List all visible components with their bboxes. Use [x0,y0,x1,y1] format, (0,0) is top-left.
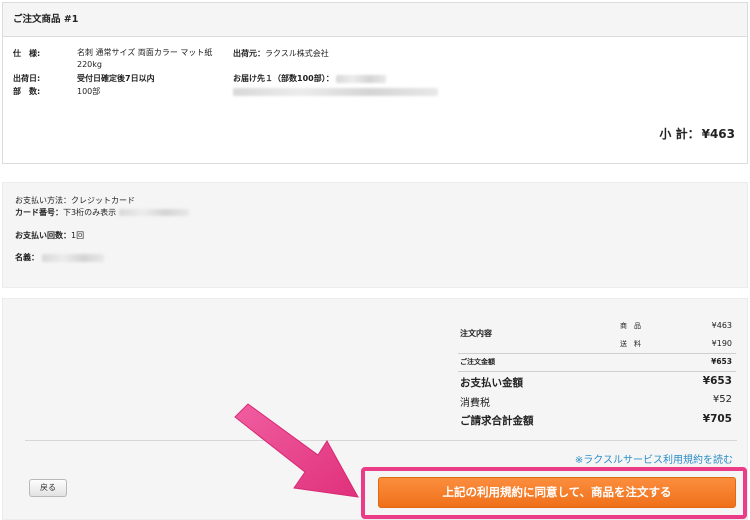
payment-amount-row: お支払い金額 ¥653 [458,375,736,391]
shipper-line: 出荷元：ラクスル株式会社 [233,47,438,60]
payment-amount-label: お支払い金額 [460,377,523,389]
tax-row: 消費税 ¥52 [458,394,736,410]
order-item-heading: ご注文商品 #1 [3,3,747,37]
destination-label: お届け先１（部数100部）： [233,74,334,83]
installments-line: お支払い回数：1回 [15,230,84,241]
card-holder-line: 名義： [15,252,104,263]
terms-link[interactable]: ※ラクスルサービス利用規約を読む [575,451,733,466]
summary-divider [458,353,736,354]
grand-total-row: ご請求合計金額 ¥705 [458,413,736,429]
ship-date-label: 出荷日: [13,74,41,83]
quantity-value: 100部 [77,87,101,96]
spec-value: 名刺 通常サイズ 両面カラー マット紙 220kg [77,48,213,69]
card-number-label: カード番号： [15,208,63,217]
order-item-panel: ご注文商品 #1 仕 様: 名刺 通常サイズ 両面カラー マット紙 220kg … [2,2,748,164]
destination-line: お届け先１（部数100部）： [233,72,438,85]
quantity-label: 部 数: [13,87,41,96]
installments-label: お支払い回数： [15,231,71,240]
payment-method-label: お支払い方法： [15,196,71,205]
order-contents-row: 注文内容 商 品 ¥463 送 料 ¥190 [458,319,736,349]
card-number-value: 下3桁のみ表示 [63,208,117,217]
spec-label: 仕 様: [13,49,41,58]
back-button[interactable]: 戻る [29,479,67,497]
card-number-line: カード番号：下3桁のみ表示 [15,207,189,218]
shipper-value: ラクスル株式会社 [265,49,329,58]
grand-total-value: ¥705 [702,413,732,425]
shipping-info: 出荷元：ラクスル株式会社 お届け先１（部数100部）： [233,47,438,98]
shipper-label: 出荷元： [233,49,265,58]
tax-value: ¥52 [712,394,732,405]
shipping-label: 送 料 [620,340,641,348]
summary-divider [458,371,736,372]
shipping-value: ¥190 [711,339,732,348]
card-holder-label: 名義： [15,253,39,262]
subtotal: 小 計： ¥463 [657,125,735,142]
payment-method-line: お支払い方法：クレジットカード [15,195,135,206]
redacted-address [233,87,438,96]
redacted-card-holder [41,253,104,262]
order-total-label: ご注文金額 [460,358,495,366]
payment-panel: お支払い方法：クレジットカード カード番号：下3桁のみ表示 お支払い回数：1回 … [2,182,748,288]
payment-amount-value: ¥653 [702,375,732,387]
product-value: ¥463 [711,321,732,330]
payment-method-value: クレジットカード [71,196,135,205]
subtotal-label: 小 計： [659,127,700,141]
grand-total-label: ご請求合計金額 [460,415,534,427]
redacted-card-number [118,209,189,216]
order-total-value: ¥653 [711,357,732,366]
ship-date-value: 受付日確定後7日以内 [77,74,155,83]
destination-address-line [233,85,438,98]
order-total-row: ご注文金額 ¥653 [458,357,736,369]
product-label: 商 品 [620,322,641,330]
tax-label: 消費税 [460,398,490,409]
section-divider [25,440,737,441]
subtotal-value: ¥463 [701,127,735,141]
order-contents-label: 注文内容 [460,329,492,338]
redacted-destination-name [336,74,387,83]
place-order-button[interactable]: 上記の利用規約に同意して、商品を注文する [378,477,736,508]
installments-value: 1回 [71,231,85,240]
